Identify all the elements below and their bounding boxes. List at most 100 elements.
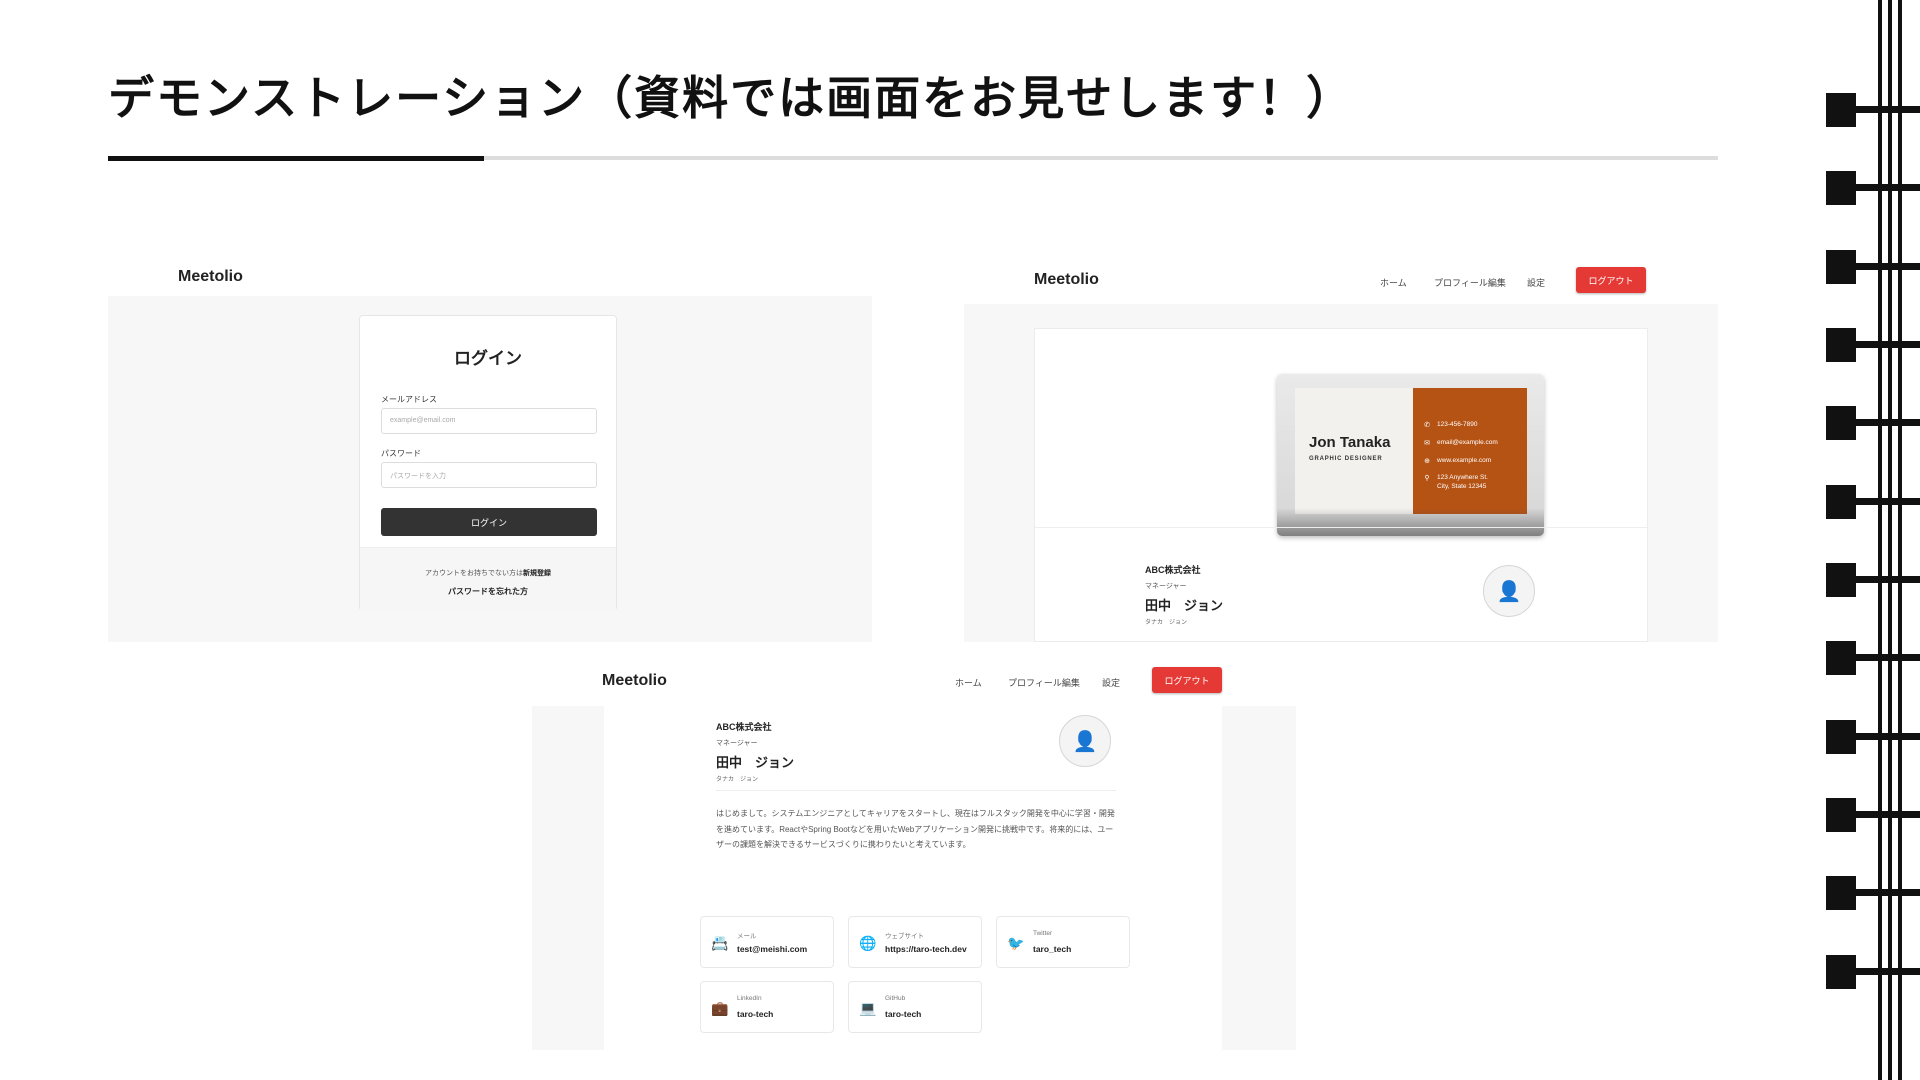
login-button[interactable]: ログイン — [381, 508, 597, 536]
binding-ring — [1826, 406, 1920, 440]
globe-icon: 🌐 — [859, 934, 877, 951]
avatar: 👤 — [1059, 715, 1111, 767]
signup-prompt: アカウントをお持ちでない方は新規登録 — [360, 568, 616, 578]
binding-ring — [1826, 720, 1920, 754]
notebook-binding — [1826, 0, 1920, 1080]
binding-ring — [1826, 798, 1920, 832]
card-email-row: ✉ email@example.com — [1423, 439, 1498, 448]
profile-detail-screenshot: Meetolio ホーム プロフィール編集 設定 ログアウト ABC株式会社 マ… — [532, 660, 1296, 1050]
card-role: GRAPHIC DESIGNER — [1309, 456, 1383, 462]
link-value: https://taro-tech.dev — [885, 944, 967, 954]
slide-title: デモンストレーション（資料では画面をお見せします！） — [108, 71, 1355, 125]
binding-ring — [1826, 955, 1920, 989]
nav-profile-edit[interactable]: プロフィール編集 — [1434, 276, 1506, 289]
briefcase-icon: 💼 — [711, 999, 729, 1016]
card-website: www.example.com — [1437, 457, 1492, 464]
card-address-line2: City, State 12345 — [1437, 482, 1487, 490]
link-value: test@meishi.com — [737, 944, 808, 954]
binding-ring — [1826, 876, 1920, 910]
binding-ring — [1826, 328, 1920, 362]
link-label: GitHub — [885, 995, 906, 1002]
business-card-contact: ✆ 123-456-7890 ✉ email@example.com ⊕ www.ex… — [1413, 388, 1527, 514]
login-card: ログイン メールアドレス example@email.com パスワード パスワ… — [359, 315, 617, 612]
link-label: LinkedIn — [737, 995, 762, 1002]
binding-line — [1878, 0, 1882, 1080]
binding-ring — [1826, 93, 1920, 127]
card-name: Jon Tanaka — [1309, 434, 1391, 451]
globe-icon: ⊕ — [1424, 458, 1430, 465]
profile-name: 田中 ジョン — [1145, 598, 1224, 613]
bird-icon: 🐦 — [1007, 934, 1025, 951]
laptop-icon: 💻 — [859, 999, 877, 1016]
profile-name: 田中 ジョン — [716, 755, 795, 770]
profile-role: マネージャー — [1145, 583, 1187, 590]
forgot-password-link[interactable]: パスワードを忘れた方 — [360, 586, 616, 597]
login-footer: アカウントをお持ちでない方は新規登録 パスワードを忘れた方 — [360, 547, 616, 612]
link-card-website[interactable]: 🌐 ウェブサイト https://taro-tech.dev — [848, 916, 982, 968]
brand-logo[interactable]: Meetolio — [1034, 271, 1099, 289]
link-card-linkedin[interactable]: 💼 LinkedIn taro-tech — [700, 981, 834, 1033]
link-value: taro-tech — [737, 1009, 774, 1019]
email-field[interactable]: example@email.com — [381, 408, 597, 434]
email-card-icon: 📇 — [711, 934, 729, 951]
logout-button[interactable]: ログアウト — [1152, 667, 1222, 693]
card-phone-row: ✆ 123-456-7890 — [1423, 421, 1477, 430]
logout-button[interactable]: ログアウト — [1576, 267, 1646, 293]
user-icon: 👤 — [1496, 580, 1522, 603]
signup-link[interactable]: 新規登録 — [523, 570, 551, 577]
brand-logo[interactable]: Meetolio — [602, 672, 667, 690]
brand-logo[interactable]: Meetolio — [178, 268, 243, 286]
login-title: ログイン — [454, 349, 522, 368]
no-account-text: アカウントをお持ちでない方は — [425, 570, 523, 577]
user-icon: 👤 — [1072, 730, 1098, 753]
card-email: email@example.com — [1437, 439, 1498, 446]
link-card-email[interactable]: 📇 メール test@meishi.com — [700, 916, 834, 968]
login-screenshot: Meetolio ログイン メールアドレス example@email.com … — [108, 256, 872, 642]
profile-company: ABC株式会社 — [716, 722, 772, 732]
link-label: ウェブサイト — [885, 933, 924, 940]
title-divider-accent — [108, 156, 484, 161]
phone-icon: ✆ — [1424, 422, 1430, 429]
binding-ring — [1826, 563, 1920, 597]
binding-ring — [1826, 250, 1920, 284]
profile-company: ABC株式会社 — [1145, 565, 1201, 575]
link-value: taro_tech — [1033, 944, 1072, 954]
profile-panel: ABC株式会社 マネージャー 田中 ジョン タナカ ジョン 👤 はじめまして。シ… — [604, 706, 1222, 1050]
profile-kana: タナカ ジョン — [1145, 620, 1188, 626]
business-card-image[interactable]: Jon Tanaka GRAPHIC DESIGNER ✆ 123-456-789… — [1277, 374, 1544, 536]
nav-settings[interactable]: 設定 — [1102, 676, 1120, 689]
link-value: taro-tech — [885, 1009, 922, 1019]
password-label: パスワード — [381, 449, 421, 458]
link-card-github[interactable]: 💻 GitHub taro-tech — [848, 981, 982, 1033]
nav-home[interactable]: ホーム — [955, 676, 982, 689]
mail-icon: ✉ — [1424, 440, 1430, 447]
binding-line — [1898, 0, 1902, 1080]
nav-home[interactable]: ホーム — [1380, 276, 1407, 289]
card-address-line1: 123 Anywhere St. — [1437, 474, 1488, 481]
avatar: 👤 — [1483, 565, 1535, 617]
section-divider — [1035, 527, 1647, 528]
binding-ring — [1826, 171, 1920, 205]
nav-settings[interactable]: 設定 — [1527, 276, 1545, 289]
profile-kana: タナカ ジョン — [716, 777, 759, 783]
card-shadow — [1277, 508, 1544, 536]
password-field[interactable]: パスワードを入力 — [381, 462, 597, 488]
nav-profile-edit[interactable]: プロフィール編集 — [1008, 676, 1080, 689]
link-label: Twitter — [1033, 930, 1053, 937]
profile-bio: はじめまして。システムエンジニアとしてキャリアをスタートし、現在はフルスタック開… — [716, 809, 1115, 849]
location-pin-icon: ⚲ — [1424, 475, 1430, 482]
profile-card-screenshot: Meetolio ホーム プロフィール編集 設定 ログアウト Jon Tanak… — [964, 256, 1718, 642]
link-label: メール — [737, 933, 757, 940]
card-address-row: ⚲ 123 Anywhere St. City, State 12345 — [1423, 474, 1488, 492]
link-card-twitter[interactable]: 🐦 Twitter taro_tech — [996, 916, 1130, 968]
section-divider — [716, 790, 1116, 791]
card-phone: 123-456-7890 — [1437, 421, 1478, 428]
card-web-row: ⊕ www.example.com — [1423, 457, 1491, 466]
business-card-front: Jon Tanaka GRAPHIC DESIGNER — [1295, 388, 1413, 514]
binding-ring — [1826, 641, 1920, 675]
binding-ring — [1826, 485, 1920, 519]
email-label: メールアドレス — [381, 395, 437, 404]
binding-line — [1888, 0, 1892, 1080]
profile-role: マネージャー — [716, 740, 758, 747]
profile-panel: Jon Tanaka GRAPHIC DESIGNER ✆ 123-456-789… — [1034, 328, 1648, 642]
